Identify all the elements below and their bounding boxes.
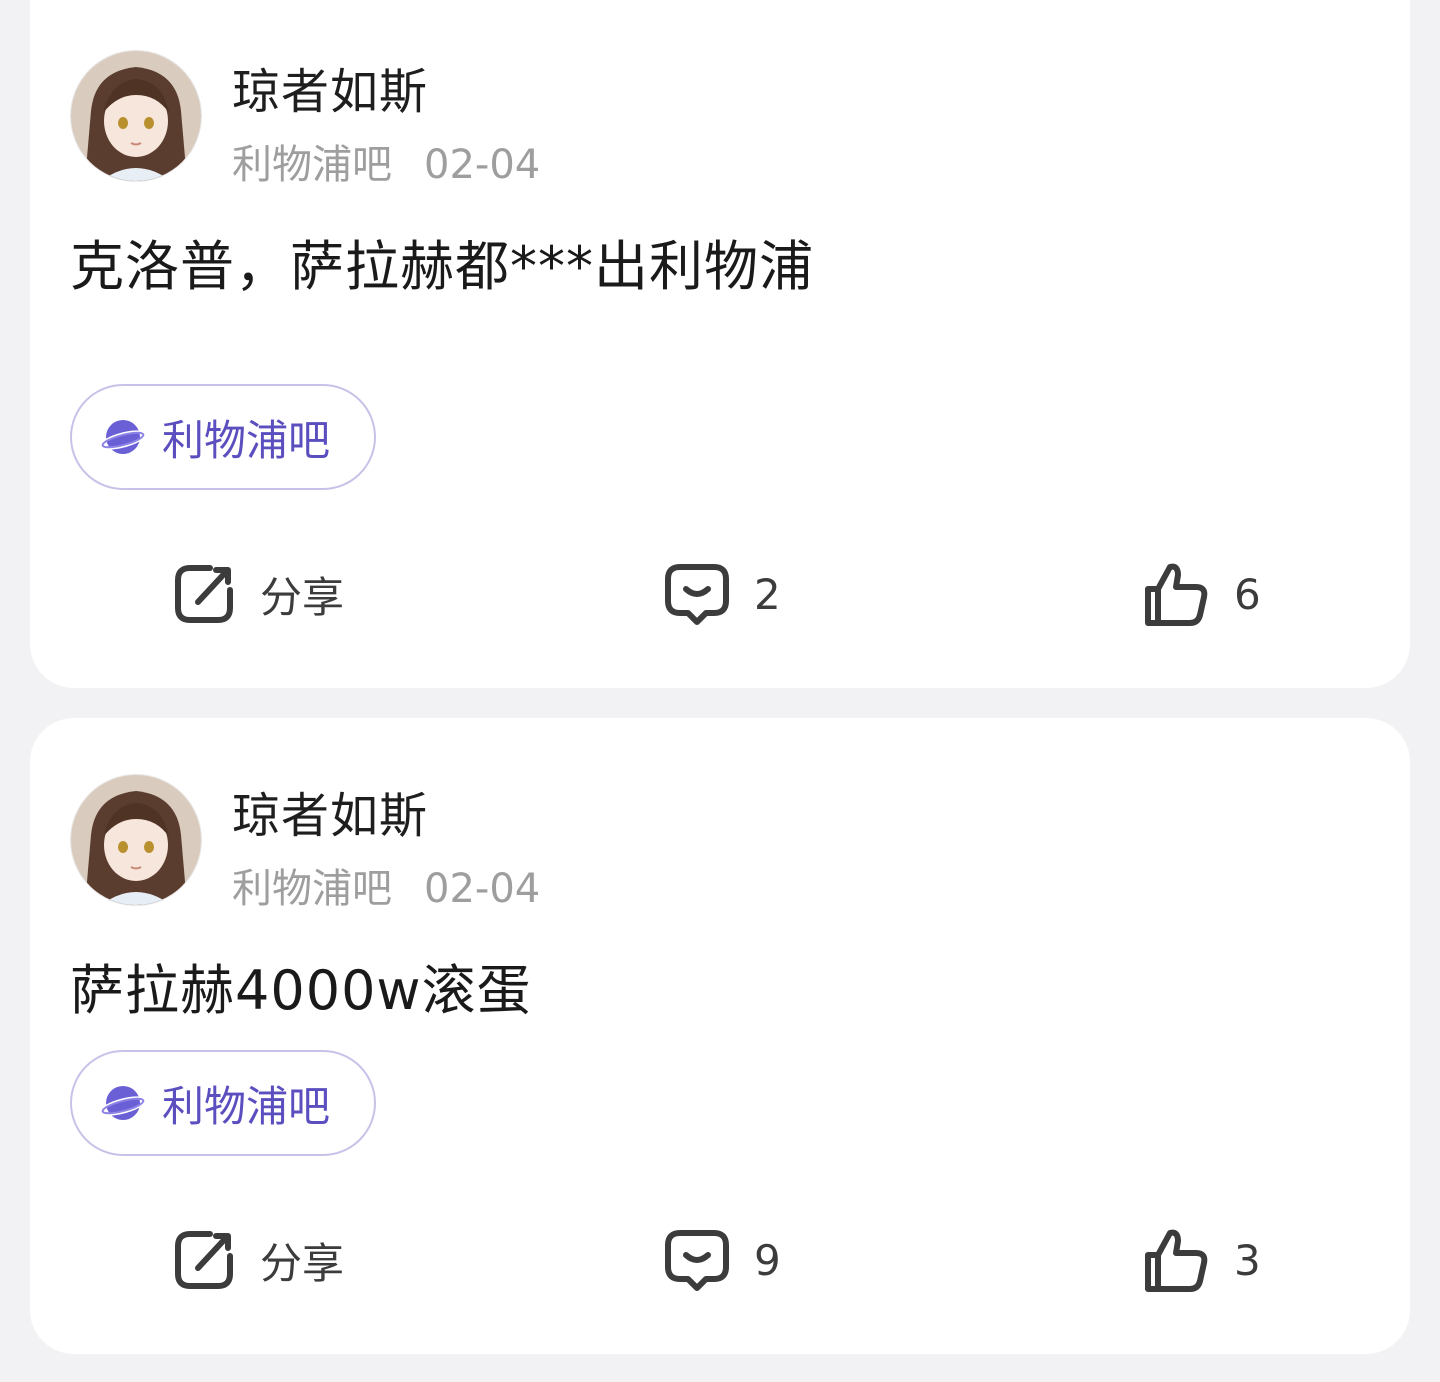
post-feed: 琼者如斯 利物浦吧 02-04 克洛普，萨拉赫都***出利物浦 利物浦吧 分享 [0,0,1440,1382]
post-meta: 利物浦吧 02-04 [232,856,540,914]
forum-tag-button[interactable]: 利物浦吧 [70,384,376,490]
like-button[interactable]: 3 [1142,1220,1261,1300]
forum-tag-label: 利物浦吧 [162,1081,331,1131]
author-name[interactable]: 琼者如斯 [232,52,428,122]
share-icon [175,1231,233,1289]
action-bar: 分享 2 6 [30,554,1410,634]
avatar[interactable] [70,774,202,906]
like-count: 3 [1234,1235,1261,1285]
like-button[interactable]: 6 [1142,554,1261,634]
comment-count: 2 [754,569,781,619]
share-icon [175,565,233,623]
thumbs-up-icon [1145,1229,1208,1292]
forum-tag-label: 利物浦吧 [162,415,331,465]
post-card[interactable]: 琼者如斯 利物浦吧 02-04 克洛普，萨拉赫都***出利物浦 利物浦吧 分享 [30,0,1410,688]
post-card[interactable]: 琼者如斯 利物浦吧 02-04 萨拉赫4000w滚蛋 利物浦吧 分享 9 3 [30,718,1410,1354]
thumbs-up-icon [1145,563,1208,626]
author-name[interactable]: 琼者如斯 [232,776,428,846]
comment-icon [665,1230,729,1291]
comment-count: 9 [754,1235,781,1285]
share-button[interactable]: 分享 [170,1220,344,1300]
action-bar: 分享 9 3 [30,1220,1410,1300]
post-date: 02-04 [424,866,541,912]
share-label: 分享 [260,1238,345,1288]
comment-button[interactable]: 9 [662,1220,781,1300]
planet-icon [100,1086,146,1120]
forum-tag-button[interactable]: 利物浦吧 [70,1050,376,1156]
post-date: 02-04 [424,142,541,188]
forum-name[interactable]: 利物浦吧 [232,866,392,912]
post-meta: 利物浦吧 02-04 [232,132,540,190]
comment-button[interactable]: 2 [662,554,781,634]
post-text[interactable]: 克洛普，萨拉赫都***出利物浦 [70,222,814,301]
share-label: 分享 [260,572,345,622]
avatar[interactable] [70,50,202,182]
share-button[interactable]: 分享 [170,554,344,634]
post-text[interactable]: 萨拉赫4000w滚蛋 [70,946,532,1025]
like-count: 6 [1234,569,1261,619]
comment-icon [665,564,729,625]
planet-icon [100,420,146,454]
forum-name[interactable]: 利物浦吧 [232,142,392,188]
